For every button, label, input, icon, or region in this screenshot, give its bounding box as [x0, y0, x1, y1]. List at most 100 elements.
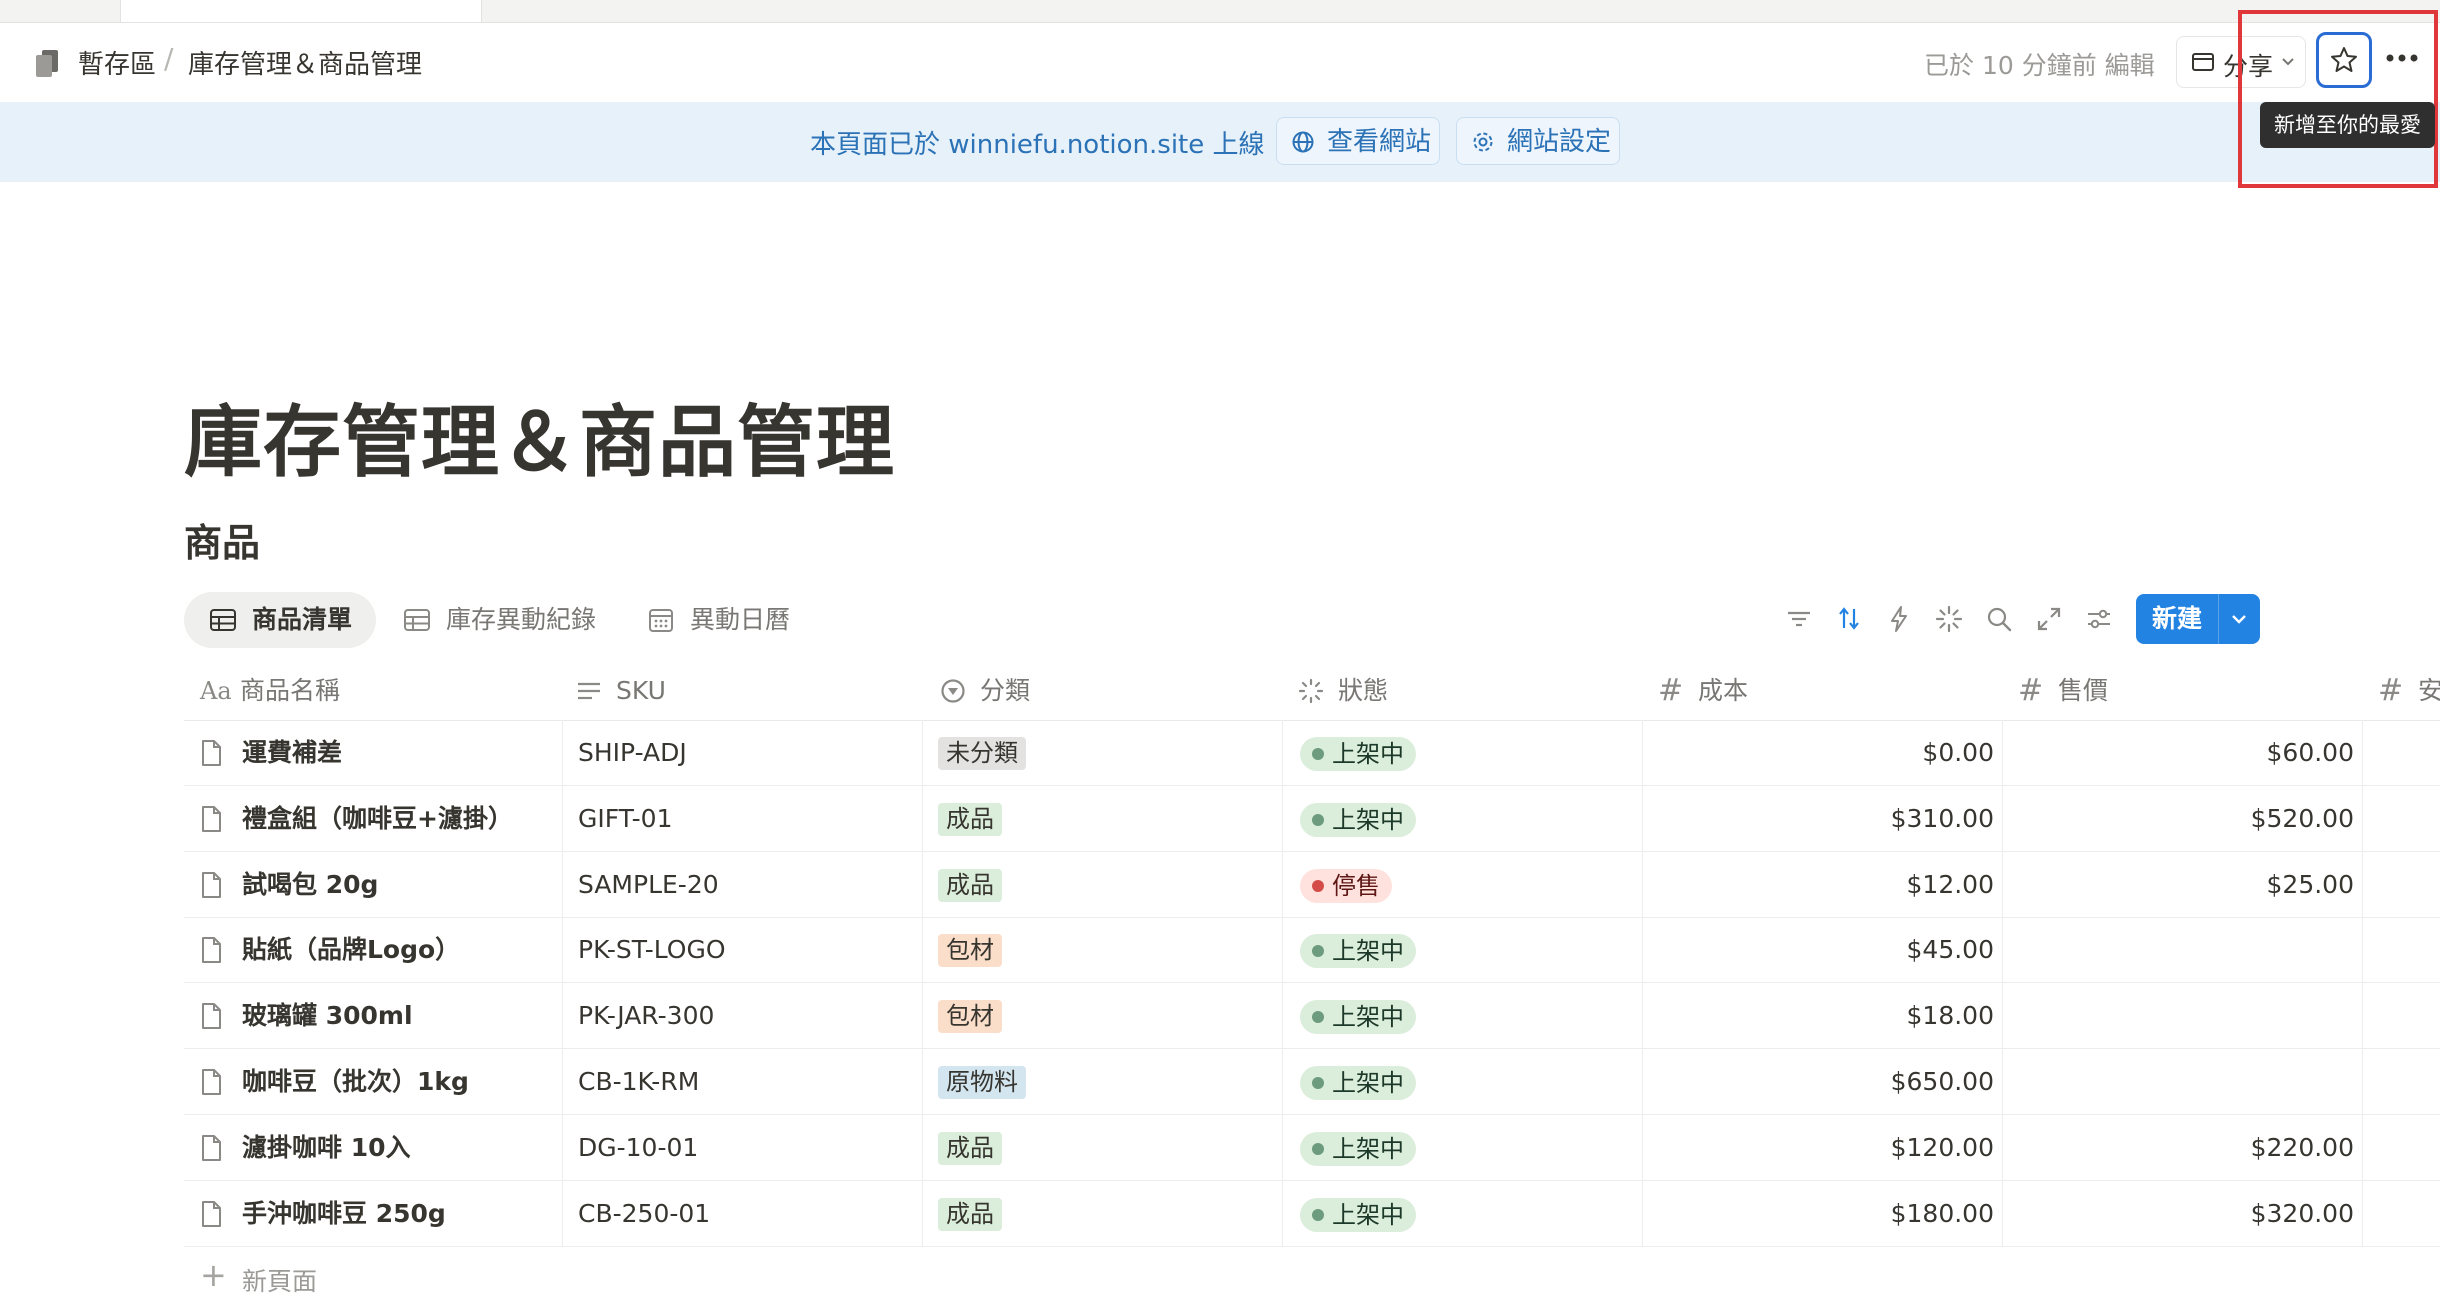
tab-products-list-label: 商品清單 [252, 605, 353, 634]
cell-name[interactable]: 玻璃罐 300ml [242, 983, 413, 1048]
category-tag[interactable]: 未分類 [938, 737, 1026, 770]
chevron-down-icon[interactable] [2230, 614, 2248, 626]
table-row[interactable]: 手沖咖啡豆 250g CB-250-01 成品 上架中 $180.00 $320.00 [184, 1181, 2440, 1247]
cell-cost[interactable]: $0.00 [1654, 720, 1994, 785]
status-badge[interactable]: 上架中 [1300, 1066, 1416, 1100]
cell-sku[interactable]: CB-1K-RM [578, 1049, 699, 1114]
cell-cost[interactable]: $12.00 [1654, 852, 1994, 917]
expand-icon[interactable] [2034, 604, 2064, 634]
cell-price[interactable]: $25.00 [2014, 852, 2354, 917]
tab-calendar-label: 異動日曆 [690, 605, 791, 634]
cell-sku[interactable]: CB-250-01 [578, 1181, 710, 1246]
status-dot [1312, 1208, 1324, 1221]
cell-name[interactable]: 運費補差 [242, 720, 342, 785]
breadcrumb-page[interactable]: 庫存管理＆商品管理 [188, 44, 422, 81]
status-label: 上架中 [1332, 1200, 1404, 1229]
status-label: 上架中 [1332, 1134, 1404, 1163]
cell-sku[interactable]: DG-10-01 [578, 1115, 698, 1180]
table-icon [210, 609, 236, 631]
view-site-button[interactable]: 查看網站 [1276, 117, 1440, 165]
cell-sku[interactable]: PK-JAR-300 [578, 983, 714, 1048]
published-banner: 本頁面已於 winniefu.notion.site 上線 查看網站 網站設定 [0, 102, 2440, 182]
number-property-icon: # [2018, 673, 2044, 708]
lightning-icon[interactable] [1884, 604, 1914, 634]
cell-cost[interactable]: $18.00 [1654, 983, 1994, 1048]
cell-sku[interactable]: GIFT-01 [578, 786, 673, 851]
cell-price[interactable] [2014, 1049, 2354, 1114]
cell-price[interactable] [2014, 983, 2354, 1048]
cell-cost[interactable]: $310.00 [1654, 786, 1994, 851]
cell-cost[interactable]: $45.00 [1654, 917, 1994, 982]
page-title[interactable]: 庫存管理＆商品管理 [184, 380, 895, 492]
tab-calendar[interactable]: 異動日曆 [644, 592, 804, 648]
table-row[interactable]: 貼紙（品牌Logo） PK-ST-LOGO 包材 上架中 $45.00 [184, 917, 2440, 984]
status-badge[interactable]: 上架中 [1300, 802, 1416, 837]
cell-price[interactable]: $60.00 [2014, 720, 2354, 785]
cell-name[interactable]: 濾掛咖啡 10入 [242, 1115, 411, 1180]
status-badge[interactable]: 上架中 [1300, 737, 1416, 771]
table-row[interactable]: 玻璃罐 300ml PK-JAR-300 包材 上架中 $18.00 [184, 983, 2440, 1050]
page-icon [200, 1002, 222, 1030]
cell-price[interactable] [2014, 917, 2354, 982]
page-icon [200, 871, 222, 899]
cell-name[interactable]: 手沖咖啡豆 250g [242, 1181, 446, 1246]
gear-icon [1473, 132, 1493, 152]
category-tag[interactable]: 包材 [938, 934, 1002, 968]
table-row[interactable]: 試喝包 20g SAMPLE-20 成品 停售 $12.00 $25.00 [184, 852, 2440, 918]
status-dot [1312, 1011, 1324, 1024]
category-tag[interactable]: 成品 [938, 1131, 1002, 1165]
status-label: 停售 [1332, 871, 1380, 900]
settings-sliders-icon[interactable] [2084, 604, 2114, 634]
select-property-icon [941, 679, 965, 703]
category-tag[interactable]: 成品 [938, 802, 1002, 836]
cell-price[interactable]: $220.00 [2014, 1115, 2354, 1180]
site-settings-button[interactable]: 網站設定 [1456, 117, 1620, 165]
table-icon [404, 609, 430, 631]
page-icon [200, 1068, 222, 1096]
cell-price[interactable]: $520.00 [2014, 786, 2354, 851]
new-button-divider [2218, 594, 2219, 644]
cell-name[interactable]: 試喝包 20g [242, 852, 378, 917]
tab-products-list[interactable]: 商品清單 [184, 592, 376, 648]
page-stack-icon [36, 50, 58, 77]
text-property-icon: Aa [200, 677, 232, 705]
status-badge[interactable]: 上架中 [1300, 1131, 1416, 1166]
cell-name[interactable]: 咖啡豆（批次）1kg [242, 1049, 469, 1114]
status-dot [1312, 813, 1324, 826]
table-row[interactable]: 咖啡豆（批次）1kg CB-1K-RM 原物料 上架中 $650.00 [184, 1049, 2440, 1115]
cell-name[interactable]: 禮盒組（咖啡豆+濾掛） [242, 786, 513, 851]
lines-property-icon [578, 682, 600, 700]
filter-icon[interactable] [1784, 604, 1814, 634]
cell-price[interactable]: $320.00 [2014, 1181, 2354, 1246]
cell-cost[interactable]: $120.00 [1654, 1115, 1994, 1180]
search-icon[interactable] [1984, 604, 2014, 634]
category-tag[interactable]: 成品 [938, 868, 1002, 902]
status-badge[interactable]: 上架中 [1300, 934, 1416, 969]
status-label: 上架中 [1332, 1003, 1404, 1032]
page-icon [200, 739, 222, 767]
status-badge[interactable]: 停售 [1300, 868, 1392, 903]
cell-sku[interactable]: PK-ST-LOGO [578, 917, 726, 982]
status-badge[interactable]: 上架中 [1300, 1197, 1416, 1232]
tab-stock-log[interactable]: 庫存異動紀錄 [400, 592, 610, 648]
cell-cost[interactable]: $650.00 [1654, 1049, 1994, 1114]
cell-name[interactable]: 貼紙（品牌Logo） [242, 917, 460, 982]
ai-sparkle-icon[interactable] [1934, 604, 1964, 634]
status-dot [1312, 945, 1324, 958]
cell-sku[interactable]: SAMPLE-20 [578, 852, 719, 917]
category-tag[interactable]: 包材 [938, 1000, 1002, 1034]
new-button[interactable]: 新建 [2136, 594, 2260, 644]
sort-icon[interactable] [1834, 604, 1864, 634]
table-row[interactable]: 禮盒組（咖啡豆+濾掛） GIFT-01 成品 上架中 $310.00 $520.00 [184, 786, 2440, 852]
browser-tab-active[interactable] [120, 0, 482, 22]
table-row[interactable]: 運費補差 SHIP-ADJ 未分類 上架中 $0.00 $60.00 [184, 720, 2440, 786]
category-tag[interactable]: 原物料 [938, 1066, 1026, 1099]
cell-sku[interactable]: SHIP-ADJ [578, 720, 687, 785]
status-badge[interactable]: 上架中 [1300, 1000, 1416, 1035]
breadcrumb-workspace[interactable]: 暫存區 [78, 44, 156, 81]
cell-cost[interactable]: $180.00 [1654, 1181, 1994, 1246]
status-dot [1312, 1077, 1324, 1089]
table-row[interactable]: 濾掛咖啡 10入 DG-10-01 成品 上架中 $120.00 $220.00 [184, 1115, 2440, 1181]
category-tag[interactable]: 成品 [938, 1197, 1002, 1231]
database-title[interactable]: 商品 [184, 512, 260, 567]
